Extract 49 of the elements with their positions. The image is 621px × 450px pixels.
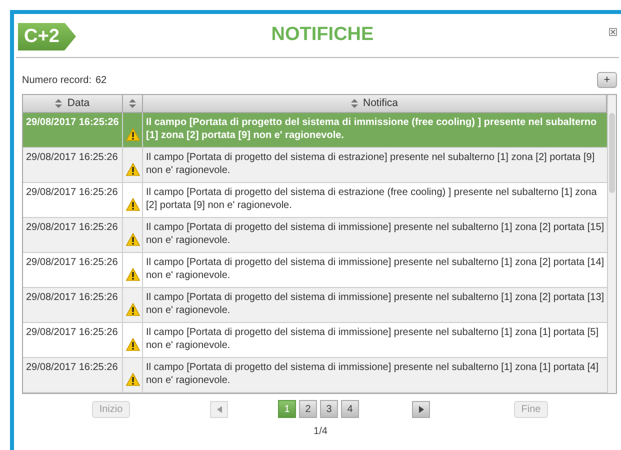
page-summary: 1/4 [314, 425, 328, 439]
logo: C+2 [18, 22, 76, 50]
next-page-button[interactable] [412, 401, 430, 418]
column-header[interactable]: Data [23, 95, 123, 112]
table-row[interactable]: 29/08/2017 16:25:26 Il campo [Portata di progetto del sistema di immissione] presente nel subalterno [1] zona [2] portata [14] non e' ragionevole. [23, 253, 607, 288]
date-cell: 29/08/2017 16:25:26 [23, 183, 123, 217]
right-triangle-icon [418, 406, 424, 413]
warning-icon [126, 128, 140, 140]
warning-icon [126, 338, 140, 350]
add-button[interactable]: + [597, 72, 617, 88]
scrollbar[interactable] [607, 95, 616, 393]
message-cell-text: Il campo [Portata di progetto del sistema di estrazione] presente nel subalterno [1] zona [2] portata [9] non e' ragionevole. [145, 151, 596, 178]
warning-icon [126, 302, 140, 316]
table-row[interactable]: 29/08/2017 16:25:26 Il campo [Portata di progetto del sistema di estrazione] presente nel subalterno [1] zona [2] portata [9] non e' ragionevole. [23, 148, 607, 183]
warning-icon [126, 232, 140, 246]
warning-icon [126, 198, 140, 210]
dialog-title: NOTIFICHE [271, 23, 374, 48]
warning-icon [126, 268, 140, 280]
sort-icon [55, 99, 62, 108]
record-count-value: 62 [95, 74, 107, 88]
page-button[interactable]: 4 [341, 400, 359, 418]
left-triangle-icon [216, 406, 222, 413]
message-cell-text: Il campo [Portata di progetto del sistema di immissione] presente nel subalterno [1] zona [2] portata [15] non e' ragionevole. [145, 221, 606, 248]
date-cell: 29/08/2017 16:25:26 [23, 113, 123, 147]
message-cell-text: Il campo [Portata di progetto del sistema di immissione] presente nel subalterno [1] zona [2] portata [13] non e' ragionevole. [145, 291, 606, 318]
message-cell-text: Il campo [Portata di progetto del sistema di estrazione (free cooling) ] presente nel subalterno [1] zona [2] portata [9] non e' ragionevole. [145, 186, 598, 213]
warning-icon [126, 372, 140, 386]
message-cell-text: Il campo [Portata di progetto del sistema di immissione (free cooling) ] presente nel subalterno [1] zona [2] portata [9] non e' ragionevole. [145, 116, 598, 143]
message-cell-text: Il campo [Portata di progetto del sistema di immissione] presente nel subalterno [1] zona [1] portata [5] non e' ragionevole. [145, 326, 600, 353]
date-cell: 29/08/2017 16:25:26 [23, 218, 123, 252]
page-button[interactable]: 2 [299, 400, 317, 418]
message-cell-text: Il campo [Portata di progetto del sistema di immissione] presente nel subalterno [1] zona [1] portata [4] non e' ragionevole. [145, 361, 600, 388]
table-row[interactable]: 29/08/2017 16:25:26 Il campo [Portata di progetto del sistema di immissione] presente nel subalterno [1] zona [1] portata [5] non e' ragionevole. [23, 323, 607, 358]
date-cell: 29/08/2017 16:25:26 [23, 323, 123, 357]
message-cell-text: Il campo [Portata di progetto del sistema di immissione] presente nel subalterno [1] zona [2] portata [14] non e' ragionevole. [145, 256, 606, 283]
warning-icon [126, 162, 140, 176]
sort-icon [350, 99, 358, 108]
record-count-label: Numero record: [22, 74, 92, 88]
close-icon[interactable] [609, 28, 617, 36]
date-cell: 29/08/2017 16:25:26 [23, 358, 123, 392]
table-row[interactable]: 29/08/2017 16:25:26 Il campo [Portata di progetto del sistema di estrazione (free cooling) ] presente nel subalterno [1] zona [2] portata [9] non e' ragionevole. [23, 183, 607, 218]
date-cell: 29/08/2017 16:25:26 [23, 253, 123, 287]
date-cell: 29/08/2017 16:25:26 [23, 148, 123, 182]
table-row[interactable]: 29/08/2017 16:25:26 Il campo [Portata di progetto del sistema di immissione] presente nel subalterno [1] zona [2] portata [13] non e' ragionevole. [23, 288, 607, 323]
date-cell: 29/08/2017 16:25:26 [23, 288, 123, 322]
table-row[interactable]: 29/08/2017 16:25:26 Il campo [Portata di progetto del sistema di immissione] presente nel subalterno [1] zona [2] portata [15] non e' ragionevole. [23, 218, 607, 253]
table-row[interactable]: 29/08/2017 16:25:26 Il campo [Portata di progetto del sistema di immissione] presente nel subalterno [1] zona [1] portata [4] non e' ragionevole. [23, 358, 607, 393]
sort-icon [129, 99, 136, 108]
page-button[interactable]: 3 [320, 400, 338, 418]
